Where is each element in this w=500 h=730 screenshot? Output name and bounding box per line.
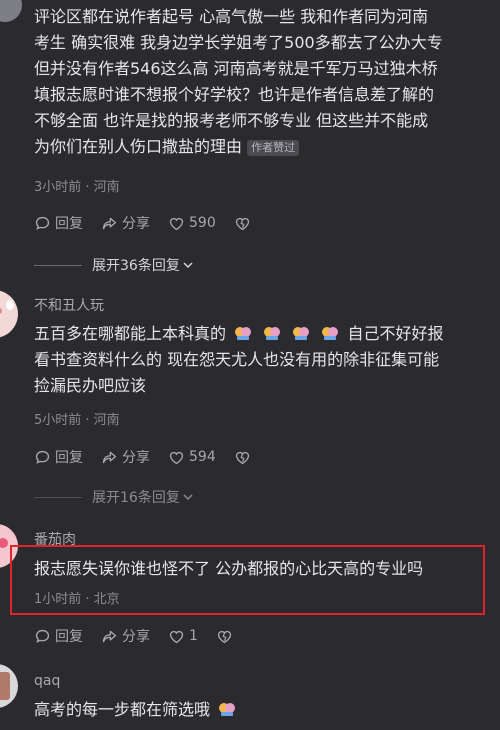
comment-icon bbox=[35, 216, 50, 230]
heart-icon bbox=[169, 451, 184, 464]
share-icon bbox=[102, 630, 117, 642]
heart-icon bbox=[169, 217, 184, 230]
divider bbox=[34, 496, 82, 498]
dislike-button[interactable] bbox=[234, 215, 251, 232]
comment-text: 五百多在哪都能上本科真的 自己不好好报 看书查资料什么的 现在怨天尤人也没有用的… bbox=[34, 324, 444, 395]
dislike-button[interactable] bbox=[234, 449, 251, 466]
reply-button[interactable]: 回复 bbox=[34, 626, 83, 646]
cheers-emoji bbox=[322, 327, 339, 340]
comment-meta: 5小时前 · 河南 bbox=[34, 413, 120, 428]
reply-button[interactable]: 回复 bbox=[34, 447, 83, 467]
comment-icon bbox=[35, 450, 50, 464]
like-button[interactable]: 590 bbox=[168, 215, 216, 232]
share-icon bbox=[102, 451, 117, 463]
share-icon bbox=[102, 217, 117, 229]
comment-actions: 回复 分享 1 bbox=[34, 626, 233, 646]
share-button[interactable]: 分享 bbox=[101, 626, 150, 646]
comment-text: 高考的每一步都在筛选哦 bbox=[34, 697, 239, 723]
dislike-heart-icon bbox=[235, 451, 249, 464]
chevron-down-icon bbox=[183, 494, 193, 501]
comment-actions: 回复 分享 594 bbox=[34, 447, 251, 467]
avatar[interactable] bbox=[0, 290, 18, 338]
reply-button[interactable]: 回复 bbox=[34, 213, 83, 233]
username[interactable]: 不和丑人玩 bbox=[34, 295, 104, 315]
expand-replies[interactable]: 展开16条回复 bbox=[34, 487, 194, 507]
heart-icon bbox=[169, 630, 184, 643]
dislike-heart-icon bbox=[217, 630, 232, 643]
like-button[interactable]: 1 bbox=[168, 628, 198, 645]
comment-icon bbox=[35, 629, 50, 643]
expand-replies[interactable]: 展开36条回复 bbox=[34, 255, 194, 275]
cheers-emoji bbox=[293, 327, 310, 340]
avatar[interactable] bbox=[0, 664, 18, 708]
comment-meta: 1小时前 · 北京 bbox=[34, 592, 120, 607]
share-button[interactable]: 分享 bbox=[101, 213, 150, 233]
comment-text: 报志愿失误你谁也怪不了 公办都报的心比天高的专业吗 bbox=[34, 559, 424, 578]
divider bbox=[34, 264, 82, 266]
dislike-heart-icon bbox=[235, 217, 249, 230]
share-button[interactable]: 分享 bbox=[101, 447, 150, 467]
comment-text: 评论区都在说作者起号 心高气傲一些 我和作者同为河南 考生 确实很难 我身边学长… bbox=[34, 7, 443, 156]
chevron-down-icon bbox=[183, 262, 193, 269]
avatar[interactable] bbox=[0, 0, 22, 22]
dislike-button[interactable] bbox=[216, 628, 233, 645]
cheers-emoji bbox=[264, 327, 281, 340]
comment-actions: 回复 分享 590 bbox=[34, 213, 251, 233]
username[interactable]: qaq bbox=[34, 673, 60, 689]
like-button[interactable]: 594 bbox=[168, 449, 216, 466]
cheers-emoji bbox=[235, 327, 252, 340]
cheers-emoji bbox=[219, 703, 236, 716]
comment-meta: 3小时前 · 河南 bbox=[34, 180, 120, 195]
author-liked-badge: 作者赞过 bbox=[247, 139, 300, 156]
